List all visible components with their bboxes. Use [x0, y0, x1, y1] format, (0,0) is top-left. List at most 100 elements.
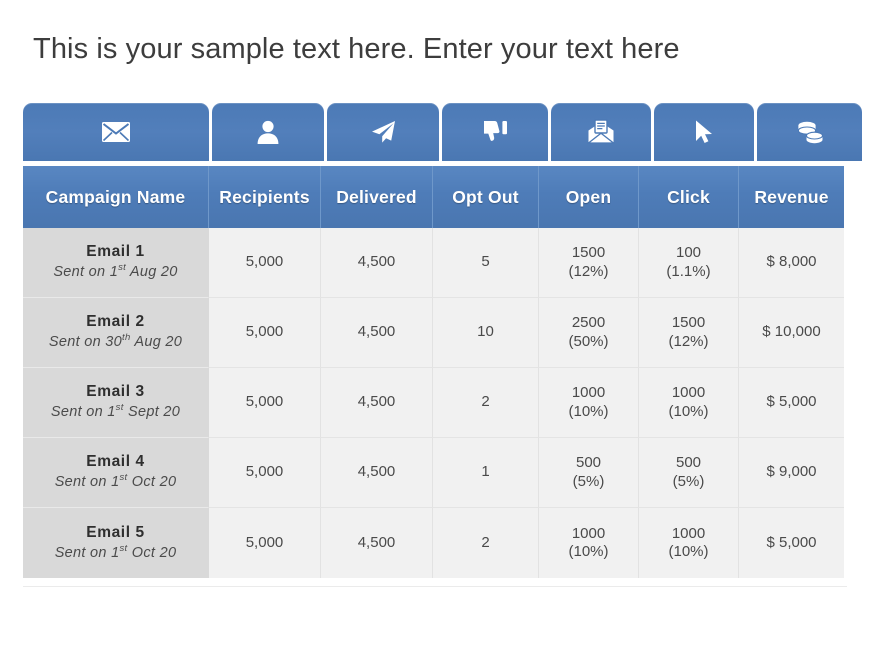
cell-revenue: $ 5,000	[739, 508, 844, 578]
campaign-sent-date: Sent on 1st Aug 20	[53, 262, 178, 282]
table-row: Email 4 Sent on 1st Oct 20 5,000 4,500 1…	[23, 438, 847, 508]
sent-prefix: Sent on 1	[54, 474, 120, 491]
campaign-name-label: Email 5	[86, 523, 145, 541]
cell-campaign-name: Email 3 Sent on 1st Sept 20	[23, 368, 209, 438]
campaign-sent-date: Sent on 1st Oct 20	[54, 473, 177, 492]
tab-campaign-name[interactable]	[23, 103, 209, 161]
cell-open: 1000 (10%)	[539, 368, 639, 438]
tab-recipients[interactable]	[212, 103, 324, 161]
campaign-name-label: Email 3	[86, 383, 145, 401]
cell-revenue: $ 10,000	[739, 298, 844, 368]
tab-open[interactable]	[551, 103, 651, 161]
cell-delivered: 4,500	[321, 438, 433, 508]
cell-opt-out: 2	[433, 368, 539, 438]
cell-open: 1500 (12%)	[539, 228, 639, 298]
open-envelope-document-icon	[587, 119, 615, 145]
cell-recipients: 5,000	[209, 368, 321, 438]
sent-ordinal: st	[115, 402, 124, 414]
cell-recipients: 5,000	[209, 508, 321, 578]
sent-ordinal: st	[118, 262, 127, 274]
cell-open: 500 (5%)	[539, 438, 639, 508]
column-header-click[interactable]: Click	[639, 166, 739, 228]
icon-tab-row	[23, 103, 862, 161]
tab-click[interactable]	[654, 103, 754, 161]
column-header-revenue[interactable]: Revenue	[739, 166, 844, 228]
sent-suffix: Oct 20	[127, 544, 177, 561]
open-percent: (50%)	[568, 332, 609, 350]
cell-delivered: 4,500	[321, 508, 433, 578]
envelope-icon	[101, 121, 131, 143]
click-value: 100	[675, 244, 702, 262]
cell-opt-out: 10	[433, 298, 539, 368]
cell-click: 500 (5%)	[639, 438, 739, 508]
open-percent: (10%)	[568, 402, 609, 420]
paper-plane-icon	[369, 119, 397, 145]
open-value: 1500	[571, 244, 606, 262]
campaign-sent-date: Sent on 30th Aug 20	[49, 332, 183, 352]
campaign-name-label: Email 4	[86, 453, 145, 471]
table-row: Email 2 Sent on 30th Aug 20 5,000 4,500 …	[23, 298, 847, 368]
table-body: Email 1 Sent on 1st Aug 20 5,000 4,500 5…	[23, 228, 847, 578]
cell-click: 1000 (10%)	[639, 508, 739, 578]
click-value: 500	[675, 454, 702, 472]
person-icon	[256, 119, 280, 145]
sent-prefix: Sent on 1	[50, 404, 116, 421]
cell-revenue: $ 5,000	[739, 368, 844, 438]
cell-revenue: $ 9,000	[739, 438, 844, 508]
click-percent: (12%)	[668, 332, 709, 350]
open-value: 2500	[571, 314, 606, 332]
tab-delivered[interactable]	[327, 103, 439, 161]
sent-prefix: Sent on 1	[53, 264, 119, 281]
click-percent: (5%)	[672, 472, 705, 490]
cell-open: 2500 (50%)	[539, 298, 639, 368]
table-bottom-divider	[23, 586, 847, 587]
click-value: 1500	[671, 314, 706, 332]
click-percent: (10%)	[668, 543, 709, 560]
column-header-delivered[interactable]: Delivered	[321, 166, 433, 228]
click-percent: (1.1%)	[666, 262, 711, 280]
cell-delivered: 4,500	[321, 228, 433, 298]
open-percent: (10%)	[568, 543, 609, 560]
cell-delivered: 4,500	[321, 298, 433, 368]
sent-suffix: Aug 20	[126, 264, 178, 281]
sent-suffix: Aug 20	[130, 334, 183, 351]
open-value: 500	[575, 454, 602, 472]
table-row: Email 3 Sent on 1st Sept 20 5,000 4,500 …	[23, 368, 847, 438]
cell-campaign-name: Email 5 Sent on 1st Oct 20	[23, 508, 209, 578]
click-value: 1000	[671, 524, 706, 542]
cell-recipients: 5,000	[209, 228, 321, 298]
column-header-opt-out[interactable]: Opt Out	[433, 166, 539, 228]
open-percent: (12%)	[568, 262, 609, 280]
open-value: 1000	[571, 384, 606, 402]
campaign-name-label: Email 1	[86, 243, 145, 261]
cell-click: 1500 (12%)	[639, 298, 739, 368]
cell-campaign-name: Email 4 Sent on 1st Oct 20	[23, 438, 209, 508]
campaign-metrics-table: Campaign Name Recipients Delivered Opt O…	[23, 103, 862, 587]
table-header-row: Campaign Name Recipients Delivered Opt O…	[23, 166, 847, 228]
tab-opt-out[interactable]	[442, 103, 548, 161]
column-header-recipients[interactable]: Recipients	[209, 166, 321, 228]
cell-click: 1000 (10%)	[639, 368, 739, 438]
click-percent: (10%)	[668, 402, 709, 420]
column-header-open[interactable]: Open	[539, 166, 639, 228]
cell-recipients: 5,000	[209, 298, 321, 368]
column-header-campaign-name[interactable]: Campaign Name	[23, 166, 209, 228]
sent-ordinal: th	[122, 332, 131, 344]
campaign-sent-date: Sent on 1st Sept 20	[50, 402, 180, 422]
cell-revenue: $ 8,000	[739, 228, 844, 298]
click-value: 1000	[671, 384, 706, 402]
open-percent: (5%)	[572, 472, 605, 490]
slide-canvas: This is your sample text here. Enter you…	[0, 0, 870, 653]
cell-opt-out: 2	[433, 508, 539, 578]
cell-delivered: 4,500	[321, 368, 433, 438]
cell-opt-out: 5	[433, 228, 539, 298]
cell-opt-out: 1	[433, 438, 539, 508]
cell-recipients: 5,000	[209, 438, 321, 508]
table-row: Email 5 Sent on 1st Oct 20 5,000 4,500 2…	[23, 508, 847, 578]
tab-revenue[interactable]	[757, 103, 862, 161]
cell-campaign-name: Email 2 Sent on 30th Aug 20	[23, 298, 209, 368]
table-row: Email 1 Sent on 1st Aug 20 5,000 4,500 5…	[23, 228, 847, 298]
campaign-name-label: Email 2	[86, 313, 145, 331]
coins-icon	[795, 120, 825, 144]
cell-open: 1000 (10%)	[539, 508, 639, 578]
